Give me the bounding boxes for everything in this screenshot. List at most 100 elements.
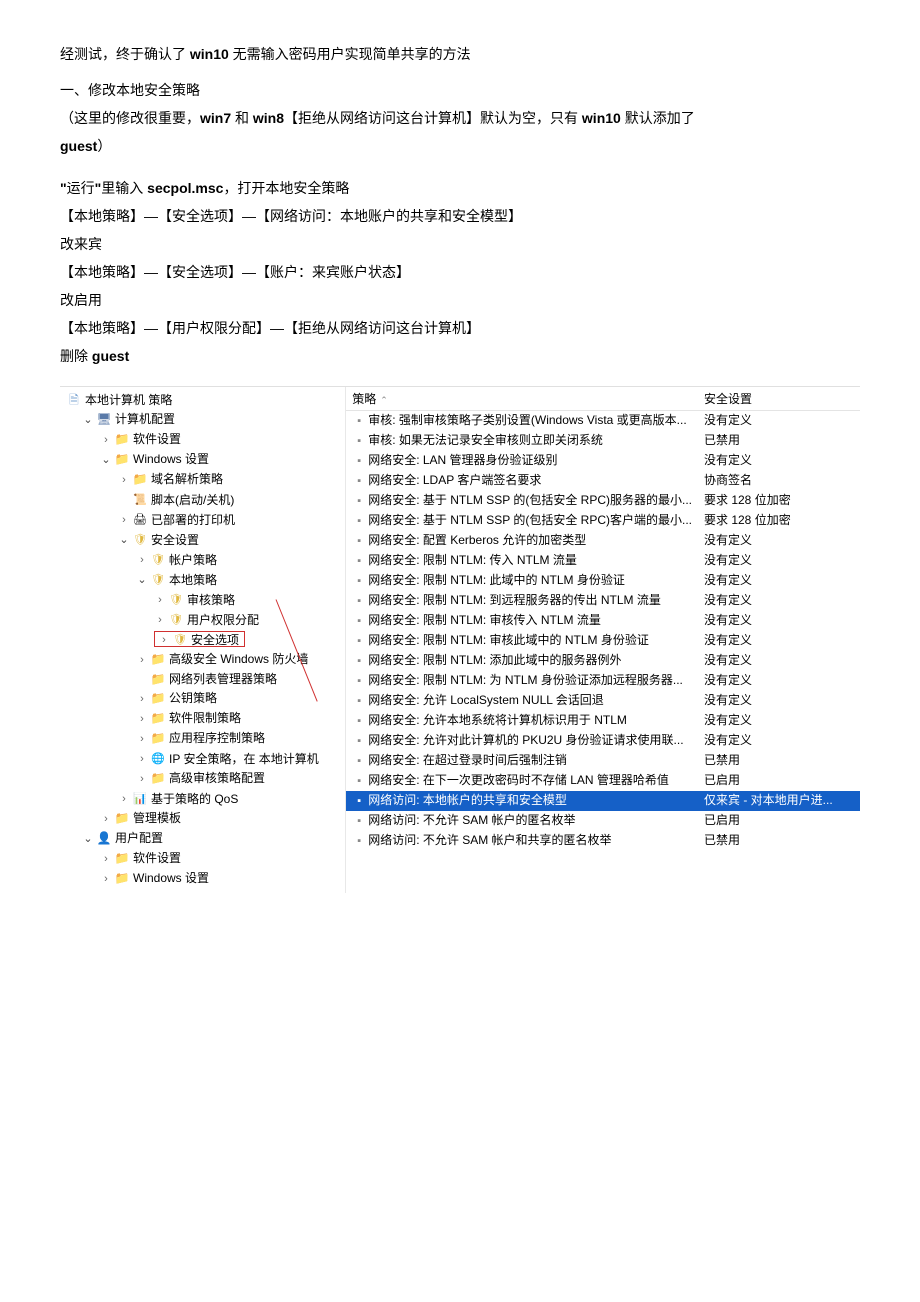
tree-firewall[interactable]: ›高级安全 Windows 防火墙 xyxy=(136,650,345,670)
expand-icon[interactable]: › xyxy=(100,810,112,829)
policy-row[interactable]: 网络访问: 不允许 SAM 帐户和共享的匿名枚举已禁用 xyxy=(346,831,860,851)
policy-item-icon xyxy=(352,792,366,811)
expand-icon[interactable]: › xyxy=(136,651,148,670)
policy-cell: 网络安全: 限制 NTLM: 到远程服务器的传出 NTLM 流量 xyxy=(346,591,698,611)
policy-row[interactable]: 网络安全: 在超过登录时间后强制注销已禁用 xyxy=(346,751,860,771)
tree-admin-templates[interactable]: ›管理模板 xyxy=(100,809,345,829)
policy-item-icon xyxy=(352,712,366,731)
expand-icon[interactable]: › xyxy=(154,611,166,630)
tree-scripts[interactable]: 脚本(启动/关机) xyxy=(118,490,345,510)
expand-icon[interactable]: › xyxy=(118,511,130,530)
tree-local-policies[interactable]: ⌄本地策略 ›审核策略 ›用户权限分配 ›安全选项 xyxy=(136,570,345,650)
policy-row[interactable]: 网络安全: 允许 LocalSystem NULL 会话回退没有定义 xyxy=(346,691,860,711)
policy-cell: 网络访问: 不允许 SAM 帐户的匿名枚举 xyxy=(346,811,698,831)
tree-advanced-audit[interactable]: ›高级审核策略配置 xyxy=(136,769,345,789)
expand-icon[interactable]: › xyxy=(136,710,148,729)
expand-icon[interactable]: › xyxy=(136,770,148,789)
policy-row[interactable]: 审核: 如果无法记录安全审核则立即关闭系统已禁用 xyxy=(346,431,860,451)
policy-tree: 本地计算机 策略 ⌄计算机配置 ›软件设置 ⌄Windows 设置 ›域名解析策… xyxy=(60,391,345,889)
expand-icon[interactable]: › xyxy=(118,790,130,809)
policy-row[interactable]: 网络安全: 限制 NTLM: 到远程服务器的传出 NTLM 流量没有定义 xyxy=(346,591,860,611)
setting-cell: 没有定义 xyxy=(698,451,860,471)
policy-row[interactable]: 网络安全: LAN 管理器身份验证级别没有定义 xyxy=(346,451,860,471)
tree-windows-settings[interactable]: ⌄Windows 设置 ›域名解析策略 脚本(启动/关机) ›已部署的打印机 ⌄… xyxy=(100,450,345,809)
expand-icon[interactable]: › xyxy=(136,730,148,749)
tree-security-options[interactable]: ›安全选项 xyxy=(154,630,345,650)
tree-user-rights[interactable]: ›用户权限分配 xyxy=(154,610,345,630)
policy-row[interactable]: 网络安全: 限制 NTLM: 添加此域中的服务器例外没有定义 xyxy=(346,651,860,671)
setting-cell: 已禁用 xyxy=(698,751,860,771)
policy-row[interactable]: 网络安全: 基于 NTLM SSP 的(包括安全 RPC)服务器的最小...要求… xyxy=(346,491,860,511)
policy-row[interactable]: 网络安全: 限制 NTLM: 为 NTLM 身份验证添加远程服务器...没有定义 xyxy=(346,671,860,691)
tree-user-windows[interactable]: ›Windows 设置 xyxy=(100,869,345,889)
tree-printers[interactable]: ›已部署的打印机 xyxy=(118,510,345,530)
expand-icon[interactable]: › xyxy=(100,870,112,889)
tree-account-policies[interactable]: ›帐户策略 xyxy=(136,550,345,570)
shield-icon xyxy=(172,634,188,648)
col-header-policy[interactable]: 策略⌃ xyxy=(346,387,698,410)
expand-icon[interactable]: ⌄ xyxy=(100,451,112,470)
tree-app-control[interactable]: ›应用程序控制策略 xyxy=(136,729,345,749)
intro-line-1: 经测试，终于确认了 win10 无需输入密码用户实现简单共享的方法 xyxy=(60,40,860,68)
policy-cell: 网络安全: 在超过登录时间后强制注销 xyxy=(346,751,698,771)
expand-icon[interactable]: › xyxy=(100,431,112,450)
policy-item-icon xyxy=(352,492,366,511)
policy-row[interactable]: 网络安全: 允许本地系统将计算机标识用于 NTLM没有定义 xyxy=(346,711,860,731)
policy-row[interactable]: 网络安全: 在下一次更改密码时不存储 LAN 管理器哈希值已启用 xyxy=(346,771,860,791)
setting-cell: 没有定义 xyxy=(698,731,860,751)
policy-row[interactable]: 审核: 强制审核策略子类别设置(Windows Vista 或更高版本...没有… xyxy=(346,411,860,431)
policy-row[interactable]: 网络访问: 本地帐户的共享和安全模型仅来宾 - 对本地用户进... xyxy=(346,791,860,811)
policy-cell: 网络安全: 限制 NTLM: 添加此域中的服务器例外 xyxy=(346,651,698,671)
policy-item-icon xyxy=(352,592,366,611)
tree-network-list[interactable]: 网络列表管理器策略 xyxy=(136,670,345,689)
policy-row[interactable]: 网络安全: 限制 NTLM: 审核此域中的 NTLM 身份验证没有定义 xyxy=(346,631,860,651)
policy-row[interactable]: 网络安全: 允许对此计算机的 PKU2U 身份验证请求使用联...没有定义 xyxy=(346,731,860,751)
tree-dns-policy[interactable]: ›域名解析策略 xyxy=(118,470,345,490)
script-icon xyxy=(132,494,148,508)
tree-audit-policy[interactable]: ›审核策略 xyxy=(154,590,345,610)
policy-rows: 审核: 强制审核策略子类别设置(Windows Vista 或更高版本...没有… xyxy=(346,411,860,851)
expand-icon[interactable]: › xyxy=(136,750,148,769)
tree-user-config[interactable]: ⌄用户配置 ›软件设置 ›Windows 设置 xyxy=(82,829,345,889)
tree-qos[interactable]: ›基于策略的 QoS xyxy=(118,789,345,809)
policy-item-icon xyxy=(352,432,366,451)
col-header-setting[interactable]: 安全设置 xyxy=(698,387,860,410)
expand-icon[interactable]: ⌄ xyxy=(118,531,130,550)
tree-root[interactable]: 本地计算机 策略 ⌄计算机配置 ›软件设置 ⌄Windows 设置 ›域名解析策… xyxy=(64,391,345,889)
policy-row[interactable]: 网络安全: 限制 NTLM: 审核传入 NTLM 流量没有定义 xyxy=(346,611,860,631)
list-pane: 策略⌃ 安全设置 审核: 强制审核策略子类别设置(Windows Vista 或… xyxy=(346,387,860,893)
tree-software-restriction[interactable]: ›软件限制策略 xyxy=(136,709,345,729)
policy-row[interactable]: 网络安全: 限制 NTLM: 此域中的 NTLM 身份验证没有定义 xyxy=(346,571,860,591)
policy-item-icon xyxy=(352,692,366,711)
path-2: 【本地策略】—【安全选项】—【账户：来宾账户状态】 xyxy=(60,258,860,286)
folder-icon xyxy=(114,812,130,826)
expand-icon[interactable]: ⌄ xyxy=(82,411,94,430)
expand-icon[interactable]: › xyxy=(136,551,148,570)
policy-row[interactable]: 网络安全: 配置 Kerberos 允许的加密类型没有定义 xyxy=(346,531,860,551)
list-header: 策略⌃ 安全设置 xyxy=(346,387,860,411)
policy-item-icon xyxy=(352,612,366,631)
expand-icon[interactable]: › xyxy=(100,850,112,869)
policy-row[interactable]: 网络安全: LDAP 客户端签名要求协商签名 xyxy=(346,471,860,491)
expand-icon[interactable]: › xyxy=(136,690,148,709)
tree-computer-config[interactable]: ⌄计算机配置 ›软件设置 ⌄Windows 设置 ›域名解析策略 脚本(启动/关… xyxy=(82,410,345,829)
tree-ipsec[interactable]: ›IP 安全策略，在 本地计算机 xyxy=(136,749,345,769)
tree-security-settings[interactable]: ⌄安全设置 ›帐户策略 ⌄本地策略 ›审核策略 ›用户权限分配 xyxy=(118,530,345,789)
policy-cell: 网络安全: 限制 NTLM: 传入 NTLM 流量 xyxy=(346,551,698,571)
tree-user-software[interactable]: ›软件设置 xyxy=(100,849,345,869)
path-3-result: 删除 guest xyxy=(60,342,860,370)
setting-cell: 已禁用 xyxy=(698,831,860,851)
folder-icon xyxy=(150,712,166,726)
setting-cell: 没有定义 xyxy=(698,671,860,691)
tree-software-settings[interactable]: ›软件设置 xyxy=(100,430,345,450)
expand-icon[interactable]: ⌄ xyxy=(136,571,148,590)
expand-icon[interactable]: › xyxy=(158,631,170,650)
policy-row[interactable]: 网络访问: 不允许 SAM 帐户的匿名枚举已启用 xyxy=(346,811,860,831)
expand-icon[interactable]: ⌄ xyxy=(82,830,94,849)
policy-row[interactable]: 网络安全: 基于 NTLM SSP 的(包括安全 RPC)客户端的最小...要求… xyxy=(346,511,860,531)
expand-icon[interactable]: › xyxy=(118,471,130,490)
policy-row[interactable]: 网络安全: 限制 NTLM: 传入 NTLM 流量没有定义 xyxy=(346,551,860,571)
policy-cell: 网络安全: 基于 NTLM SSP 的(包括安全 RPC)服务器的最小... xyxy=(346,491,698,511)
expand-icon[interactable]: › xyxy=(154,591,166,610)
policy-cell: 网络安全: LDAP 客户端签名要求 xyxy=(346,471,698,491)
